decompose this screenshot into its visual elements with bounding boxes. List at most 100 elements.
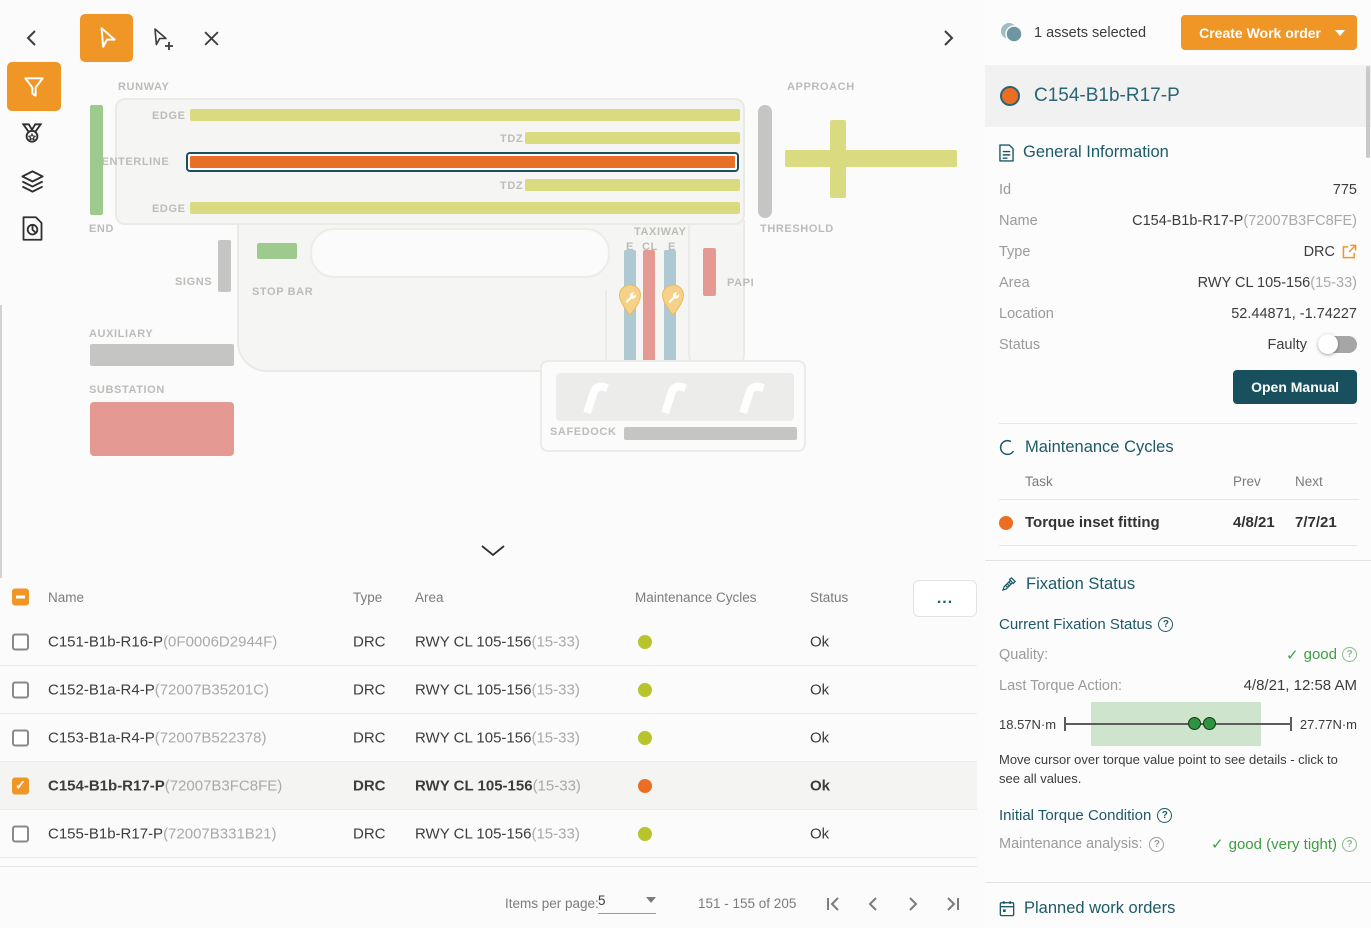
calendar-icon <box>999 900 1015 917</box>
cycle-row[interactable]: Torque inset fitting 4/8/21 7/7/21 <box>999 500 1357 545</box>
badges-tool-button[interactable] <box>18 119 46 147</box>
col-name[interactable]: Name <box>48 590 84 605</box>
torque-scale[interactable]: 18.57N·m 27.77N·m <box>999 701 1357 747</box>
open-external-icon[interactable] <box>1342 244 1357 259</box>
filter-icon <box>21 74 47 100</box>
filter-tool-button[interactable] <box>7 62 61 111</box>
end-label: END <box>89 223 114 235</box>
initial-torque-condition-link[interactable]: Initial Torque Condition? <box>999 807 1357 824</box>
help-icon[interactable]: ? <box>1158 617 1173 632</box>
button-caret-icon[interactable] <box>1335 30 1345 36</box>
help-icon[interactable]: ? <box>1342 837 1357 852</box>
fixation-status-section: Fixation Status Current Fixation Status?… <box>985 561 1371 883</box>
cycle-icon <box>999 439 1016 456</box>
row-checkbox[interactable] <box>12 825 29 842</box>
row-checkbox-checked[interactable]: ✓ <box>12 777 29 794</box>
first-page-button[interactable] <box>822 893 844 915</box>
select-all-checkbox[interactable] <box>12 589 29 606</box>
row-checkbox[interactable] <box>12 729 29 746</box>
col-maintenance-cycles[interactable]: Maintenance Cycles <box>635 590 757 605</box>
row-checkbox[interactable] <box>12 633 29 650</box>
col-status[interactable]: Status <box>810 590 848 605</box>
expand-table-button[interactable] <box>478 540 508 560</box>
centerline-bar-selected[interactable] <box>186 152 739 172</box>
threshold-bar[interactable] <box>758 105 772 218</box>
table-row[interactable]: C155-B1b-R17-P(72007B331B21) DRC RWY CL … <box>0 810 977 858</box>
tdz-bottom-label: TDZ <box>500 180 523 192</box>
cycle-status-dot[interactable] <box>638 731 652 745</box>
col-area[interactable]: Area <box>415 590 444 605</box>
tdz-bottom-bar[interactable] <box>525 179 740 191</box>
table-row[interactable]: C151-B1b-R16-P(0F0006D2944F) DRC RWY CL … <box>0 618 977 666</box>
approach-label: APPROACH <box>787 81 855 93</box>
cycle-next: 7/7/21 <box>1295 514 1357 531</box>
signs-label: SIGNS <box>175 276 212 288</box>
safedock-bar[interactable] <box>624 427 797 440</box>
cycles-header-row: Task Prev Next <box>999 463 1357 499</box>
open-manual-button[interactable]: Open Manual <box>1233 370 1357 404</box>
table-more-button[interactable]: ... <box>913 580 977 617</box>
asset-type: DRC <box>353 633 386 650</box>
table-row-selected[interactable]: ✓ C154-B1b-R17-P(72007B3FC8FE) DRC RWY C… <box>0 762 977 810</box>
last-page-button[interactable] <box>942 893 964 915</box>
torque-point[interactable] <box>1188 717 1201 730</box>
assets-table: Name Type Area Maintenance Cycles Status… <box>0 578 977 865</box>
help-icon[interactable]: ? <box>1157 808 1172 823</box>
general-information-section: General Information Id775 NameC154-B1b-R… <box>985 127 1371 424</box>
create-work-order-button[interactable]: Create Work order <box>1181 15 1357 50</box>
col-task: Task <box>1025 474 1233 489</box>
medal-icon <box>19 120 45 146</box>
torque-point[interactable] <box>1203 717 1216 730</box>
select-tool-button[interactable] <box>80 14 133 62</box>
area-row: AreaRWY CL 105-156(15-33) <box>999 267 1357 298</box>
end-bar[interactable] <box>90 105 103 215</box>
current-fixation-status-link[interactable]: Current Fixation Status? <box>999 616 1357 633</box>
col-type[interactable]: Type <box>353 590 382 605</box>
faulty-toggle[interactable] <box>1320 336 1357 353</box>
row-checkbox[interactable] <box>12 681 29 698</box>
cycle-status-dot[interactable] <box>638 683 652 697</box>
signs-bar[interactable] <box>218 240 231 292</box>
cycle-status-dot[interactable] <box>638 827 652 841</box>
table-row[interactable]: C152-B1a-R4-P(72007B35201C) DRC RWY CL 1… <box>0 666 977 714</box>
general-information-heading: General Information <box>999 143 1357 162</box>
papi-bar[interactable] <box>703 248 716 296</box>
maintenance-pin-icon[interactable] <box>618 284 642 316</box>
tick-right <box>1290 717 1292 731</box>
panel-scrollbar[interactable] <box>1366 66 1370 158</box>
approach-cross-h-bar[interactable] <box>785 150 957 167</box>
maintenance-pin-icon[interactable] <box>661 284 685 316</box>
cycle-status-dot[interactable] <box>638 779 652 793</box>
auxiliary-bar[interactable] <box>90 344 234 366</box>
substation-rect[interactable] <box>90 402 234 456</box>
asset-details-panel: 1 assets selected Create Work order C154… <box>985 0 1371 928</box>
help-icon[interactable]: ? <box>1342 647 1357 662</box>
prev-page-button[interactable] <box>862 893 884 915</box>
next-page-button[interactable] <box>902 893 924 915</box>
taxiway-centerline-bar[interactable] <box>643 250 655 362</box>
maintenance-cycles-section: Maintenance Cycles Task Prev Next Torque… <box>985 424 1371 561</box>
torque-max: 27.77N·m <box>1300 717 1357 732</box>
name-row: NameC154-B1b-R17-P(72007B3FC8FE) <box>999 205 1357 236</box>
edge-bottom-bar[interactable] <box>190 202 740 214</box>
collapse-panel-button[interactable] <box>934 24 962 52</box>
edge-top-bar[interactable] <box>190 109 740 121</box>
add-to-selection-tool-button[interactable] <box>148 26 176 54</box>
items-per-page-select[interactable]: 5 <box>598 893 656 914</box>
help-icon[interactable]: ? <box>1149 837 1164 852</box>
clear-selection-button[interactable] <box>197 24 225 52</box>
approach-cross-v-bar[interactable] <box>830 120 846 198</box>
layers-tool-button[interactable] <box>18 167 46 195</box>
report-tool-button[interactable] <box>18 214 46 242</box>
table-row[interactable]: C153-B1a-R4-P(72007B522378) DRC RWY CL 1… <box>0 714 977 762</box>
tdz-top-bar[interactable] <box>525 132 740 144</box>
chevron-left-icon <box>865 896 881 912</box>
stop-bar[interactable] <box>257 243 297 259</box>
cycle-status-dot[interactable] <box>638 635 652 649</box>
airfield-map[interactable]: RUNWAY EDGE TDZ CENTERLINE TDZ EDGE END … <box>68 70 978 570</box>
chevron-right-icon <box>939 29 957 47</box>
torque-hint: Move cursor over torque value point to s… <box>999 751 1344 789</box>
asset-status: Ok <box>810 681 829 698</box>
back-button[interactable] <box>18 24 46 52</box>
id-row: Id775 <box>999 174 1357 205</box>
